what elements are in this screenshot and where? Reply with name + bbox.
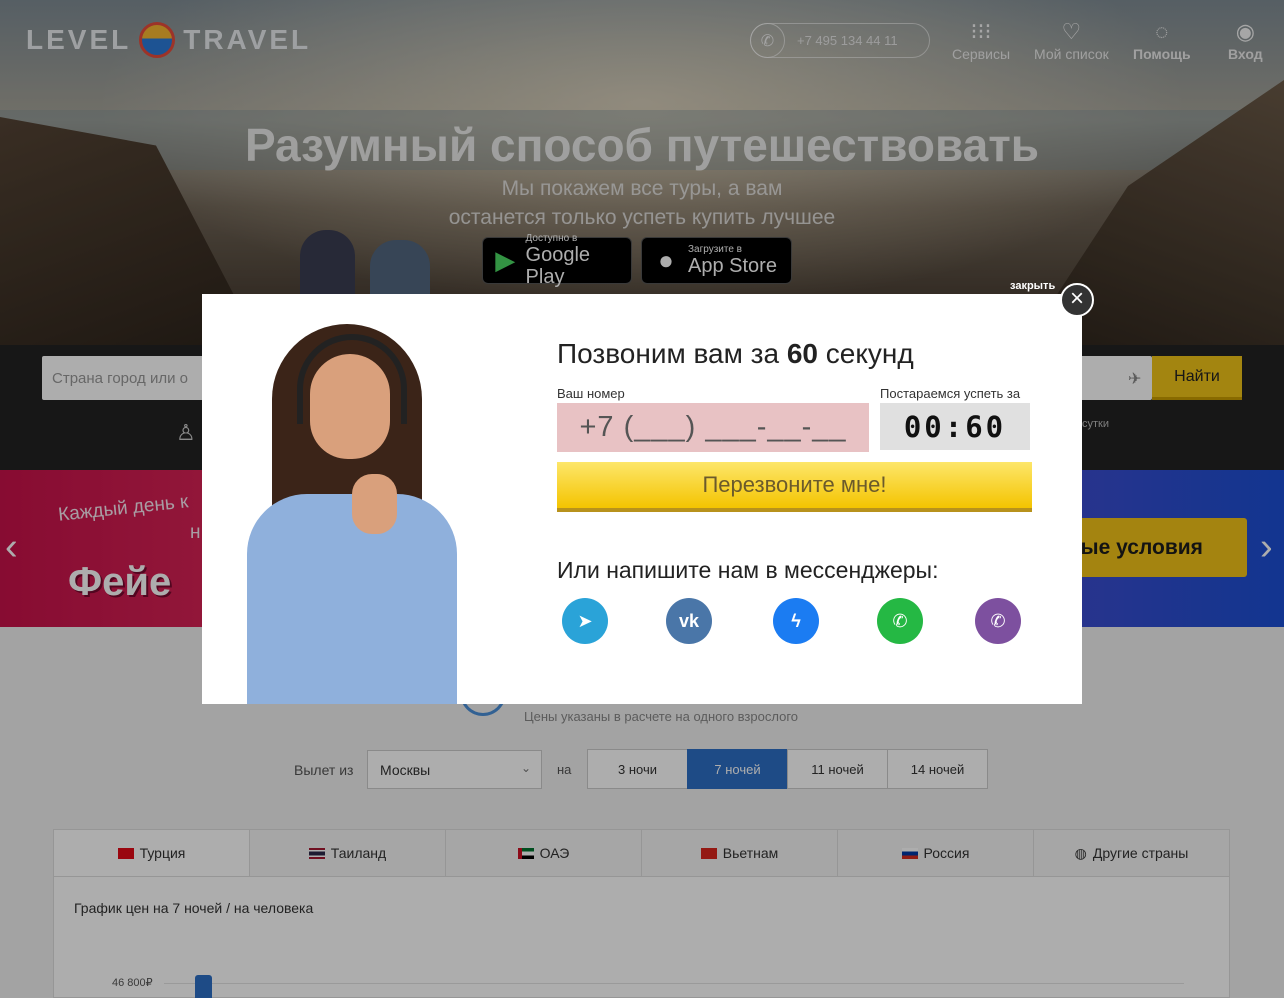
modal-title-num: 60 [786,338,818,369]
modal-title: Позвоним вам за 60 секунд [557,338,914,370]
callback-button[interactable]: Перезвоните мне! [557,462,1032,512]
vk-icon[interactable]: vk [666,598,712,644]
messenger-icon[interactable]: ϟ [773,598,819,644]
close-icon[interactable]: × [1060,283,1094,317]
support-agent-photo [242,324,462,704]
agent-hand [352,474,397,534]
modal-title-post: секунд [818,338,914,369]
viber-icon[interactable]: ✆ [975,598,1021,644]
agent-shirt [247,494,457,704]
callback-modal: Позвоним вам за 60 секунд Ваш номер Пост… [202,294,1082,704]
phone-field-label: Ваш номер [557,386,625,401]
phone-input[interactable]: +7 (___) ___-__-__ [557,403,869,452]
timer-label: Постараемся успеть за [880,386,1021,401]
modal-title-pre: Позвоним вам за [557,338,787,369]
telegram-icon[interactable]: ➤ [562,598,608,644]
countdown-timer: 00:60 [880,403,1030,450]
whatsapp-icon[interactable]: ✆ [877,598,923,644]
messengers-title: Или напишите нам в мессенджеры: [557,557,939,583]
close-label[interactable]: закрыть [1010,280,1055,292]
